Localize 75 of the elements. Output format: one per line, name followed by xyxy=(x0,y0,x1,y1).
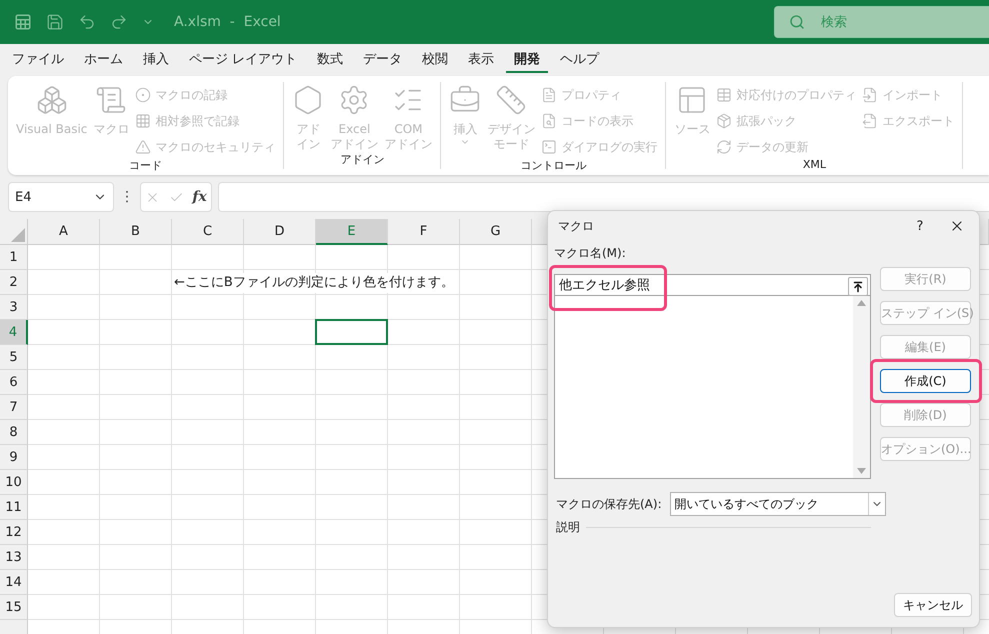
group-label: アドイン xyxy=(340,152,384,168)
row-header[interactable]: 3 xyxy=(0,295,28,320)
row-header[interactable]: 11 xyxy=(0,495,28,520)
refresh-icon xyxy=(716,139,732,155)
ribbon-tab[interactable]: ページ レイアウト xyxy=(181,46,306,72)
insert-function-button[interactable]: fx xyxy=(192,189,207,205)
row-header[interactable]: 9 xyxy=(0,445,28,470)
ribbon-tab[interactable]: 表示 xyxy=(460,46,502,72)
ribbon-tab[interactable]: データ xyxy=(355,46,410,72)
row-header[interactable]: 13 xyxy=(0,545,28,570)
window-title: A.xlsm - Excel xyxy=(174,14,281,30)
location-select[interactable]: 開いているすべてのブック xyxy=(670,492,886,516)
package-icon xyxy=(716,113,732,129)
macro-name-label: マクロ名(M): xyxy=(554,245,627,262)
undo-icon[interactable] xyxy=(78,13,96,31)
select-all-corner[interactable] xyxy=(0,219,28,245)
name-box[interactable]: E4 xyxy=(8,182,114,212)
row-header[interactable]: 12 xyxy=(0,520,28,545)
description-label: 説明 xyxy=(556,519,580,536)
row-header[interactable]: 10 xyxy=(0,470,28,495)
ruler-icon xyxy=(495,84,528,116)
ribbon-tab[interactable]: 数式 xyxy=(309,46,352,72)
ribbon-tab[interactable]: ファイル xyxy=(4,46,72,72)
scrollbar[interactable] xyxy=(853,296,870,478)
column-header[interactable]: C xyxy=(172,219,244,245)
ribbon-tab[interactable]: ヘルプ xyxy=(552,46,608,72)
ribbon-tab[interactable]: 挿入 xyxy=(135,46,177,72)
scroll-down-icon[interactable] xyxy=(857,468,866,474)
column-header[interactable]: F xyxy=(388,219,460,245)
row-header[interactable]: 7 xyxy=(0,395,28,420)
record-icon xyxy=(135,87,152,103)
ribbon-tab[interactable]: ホーム xyxy=(76,46,131,72)
dialog-button[interactable]: 作成(C) xyxy=(880,369,971,393)
row-header[interactable]: 15 xyxy=(0,595,28,620)
ribbon-tab[interactable]: 校閲 xyxy=(414,46,456,72)
group-label: コード xyxy=(129,158,162,174)
upload-icon xyxy=(852,280,864,292)
scroll-up-icon[interactable] xyxy=(857,300,866,306)
column-header[interactable]: A xyxy=(28,219,100,245)
group-label: コントロール xyxy=(520,158,586,174)
column-header[interactable]: G xyxy=(460,219,532,245)
macro-name-field[interactable]: 他エクセル参照 xyxy=(554,274,871,296)
ribbon-tab[interactable]: 開発 xyxy=(506,46,548,72)
file-import-icon xyxy=(862,87,878,103)
terminal-icon xyxy=(541,139,558,155)
document-icon xyxy=(541,87,558,103)
group-label: XML xyxy=(802,158,826,173)
collapse-button[interactable] xyxy=(848,277,868,296)
grid-icon xyxy=(135,113,152,129)
save-icon[interactable] xyxy=(46,13,64,31)
table-icon xyxy=(716,87,732,103)
document-search-icon xyxy=(541,113,558,129)
help-button[interactable]: ? xyxy=(905,218,935,234)
formula-input[interactable] xyxy=(218,182,989,212)
scroll-icon xyxy=(95,84,128,116)
active-cell[interactable] xyxy=(315,319,388,345)
more-options[interactable]: ⋮ xyxy=(120,189,134,205)
column-header[interactable]: D xyxy=(244,219,316,245)
search-icon xyxy=(789,14,805,30)
location-label: マクロの保存先(A): xyxy=(556,496,662,512)
file-export-icon xyxy=(862,113,878,129)
warning-icon xyxy=(135,139,152,155)
cancel-button[interactable]: キャンセル xyxy=(894,593,972,617)
spreadsheet-icon xyxy=(14,13,32,31)
corner-triangle-icon xyxy=(11,228,25,242)
row-header[interactable]: 1 xyxy=(0,245,28,270)
row-header[interactable]: 5 xyxy=(0,345,28,370)
row-header[interactable]: 6 xyxy=(0,370,28,395)
row-header[interactable]: 8 xyxy=(0,420,28,445)
column-header[interactable]: B xyxy=(100,219,172,245)
row-header[interactable]: 2 xyxy=(0,270,28,295)
row-header[interactable]: 14 xyxy=(0,570,28,595)
cubes-icon xyxy=(36,84,68,116)
dialog-title: マクロ xyxy=(558,218,595,234)
redo-icon[interactable] xyxy=(110,13,128,31)
